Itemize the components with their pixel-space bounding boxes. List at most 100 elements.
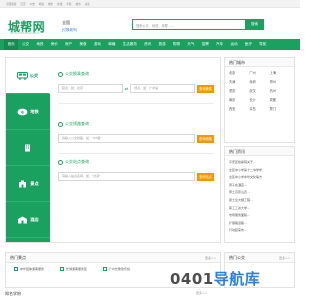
city-link[interactable]: 杭州	[270, 88, 290, 93]
more-link[interactable]: 更多>>	[205, 256, 216, 260]
city-link[interactable]: 广州	[249, 70, 269, 75]
nav-item[interactable]: 资讯	[141, 39, 155, 50]
landmark-icon	[17, 180, 28, 188]
top-link[interactable]: 关注	[85, 2, 90, 6]
city-link[interactable]: 上海	[270, 70, 290, 75]
top-link[interactable]: 首页	[20, 2, 25, 6]
city-link[interactable]: 郑州	[270, 79, 290, 84]
city-link[interactable]: 成都	[270, 97, 290, 102]
nav-item[interactable]: 邮编	[105, 39, 119, 50]
city-link[interactable]: 深圳	[249, 79, 269, 84]
city-link[interactable]: 天津	[229, 79, 249, 84]
nav-item[interactable]: 招聘	[198, 39, 212, 50]
more-link[interactable]: 更多>>	[196, 291, 207, 295]
city-link[interactable]: 北京	[229, 70, 249, 75]
nav-item[interactable]: 导航	[256, 39, 270, 50]
line-query-button[interactable]: 查询线路	[197, 134, 214, 143]
nav-item[interactable]: 汽车	[212, 39, 226, 50]
site-header: 城帮网 WWW.CHENGBANG.COM 全国 [切换城市] 搜索公交、地铁、…	[0, 8, 300, 39]
city-link[interactable]: 西安	[229, 106, 249, 111]
nav-item[interactable]: 房价	[47, 39, 61, 50]
divider	[58, 103, 214, 104]
tab-hotel[interactable]: 酒店	[6, 202, 50, 238]
nav-item[interactable]: 房产	[62, 39, 76, 50]
current-city: 全国	[62, 20, 70, 25]
search-button[interactable]: 搜索	[245, 19, 264, 30]
top-link[interactable]: 地铁	[39, 2, 44, 6]
city-link[interactable]: 厦门	[270, 106, 290, 111]
tab-label: 公交	[29, 72, 39, 78]
panel-title: 公交站点查询	[58, 158, 214, 166]
news-item[interactable]: 男子在酒店...	[229, 182, 290, 190]
subway-icon: e	[17, 108, 28, 116]
hot-cities-box: 热门城市 北京 广州 上海 天津 深圳 郑州 重庆 武汉 杭州 南京 长沙 成都…	[224, 57, 295, 143]
svg-text:e: e	[21, 109, 24, 114]
news-item[interactable]: 扩容路道路...	[229, 220, 290, 228]
end-field[interactable]: 终点：如：广州站	[130, 84, 196, 93]
news-item[interactable]: 平安区检察院关于...	[229, 159, 290, 167]
city-link[interactable]: 长沙	[249, 97, 269, 102]
news-item[interactable]: 黄土高原山农...	[229, 189, 290, 197]
city-link[interactable]: 重庆	[229, 88, 249, 93]
nav-item-home[interactable]: 首页	[4, 39, 19, 50]
top-link[interactable]: 全国搜索	[6, 2, 16, 6]
nav-item[interactable]: 游玩	[90, 39, 104, 50]
nav-item[interactable]: 购物	[169, 39, 183, 50]
tab-building[interactable]	[6, 130, 50, 166]
hot-spot-label: 长城游客服务区	[66, 267, 88, 271]
line-field[interactable]: 请输入公交线路，如："52路"	[58, 134, 195, 143]
city-link[interactable]: 青岛	[249, 106, 269, 111]
transit-query-box: 公交 e 地铁 景点 酒店 公交换乘查询 起点：如：北京 ⇄ 终点：如：广州站 …	[5, 57, 221, 243]
hot-news-box: 热门资讯 平安区检察院关于... 全区中小学第十二中学学 全区中小学中华文化等方…	[224, 146, 295, 243]
swap-icon[interactable]: ⇄	[125, 86, 128, 91]
hot-spot-item[interactable]: 长城游客服务区	[60, 267, 87, 271]
main-nav: 首页 公交 地铁 房价 房产 美食 游玩 邮编 生活服务 资讯 旅游 购物 天气…	[0, 39, 300, 50]
nav-item[interactable]: 生活服务	[119, 39, 141, 50]
line-field-row: 请输入公交线路，如："52路" 查询线路	[58, 134, 214, 143]
stop-query-button[interactable]: 查询站点	[197, 172, 214, 181]
top-link[interactable]: 在线	[57, 2, 62, 6]
tab-bus[interactable]: 公交	[6, 58, 50, 94]
news-list: 平安区检察院关于... 全区中小学第十二中学学 全区中小学中华文化等方 男子在酒…	[225, 156, 294, 238]
hot-spot-item[interactable]: 中华园体游客服务	[14, 267, 44, 271]
site-url: WWW.CHENGBANG.COM	[10, 32, 40, 35]
stop-query-panel: 公交站点查询 请输入站点名称，如："北京" 查询站点	[58, 158, 214, 181]
bullet-icon	[14, 267, 18, 271]
nav-item[interactable]: 地铁	[33, 39, 47, 50]
search-input[interactable]: 搜索公交、地铁、房屋......	[132, 19, 246, 30]
nav-item[interactable]: 医疗	[241, 39, 255, 50]
panel-title-text: 公交站点查询	[65, 159, 89, 164]
city-switch-link[interactable]: [切换城市]	[62, 27, 77, 32]
top-link[interactable]: 城市	[48, 2, 53, 6]
transfer-query-panel: 公交换乘查询 起点：如：北京 ⇄ 终点：如：广州站 查询换乘	[58, 70, 215, 104]
city-link[interactable]: 南京	[229, 97, 249, 102]
nav-item[interactable]: 公交	[18, 39, 32, 50]
news-item[interactable]: 全区中小学第十二中学学	[229, 167, 290, 175]
top-link[interactable]: 手机	[66, 2, 71, 6]
news-item[interactable]: 行动起来市...	[229, 227, 290, 235]
watermark-number: 0401	[170, 270, 214, 288]
news-item[interactable]: 全区中小学中华文化等方	[229, 174, 290, 182]
hot-spot-item[interactable]: 广州长隆欢乐谷	[103, 267, 130, 271]
top-link[interactable]: 公交	[30, 2, 35, 6]
tab-label: 景点	[30, 180, 39, 186]
news-item[interactable]: 市场服务面貌...	[229, 212, 290, 220]
more-link[interactable]: 更多>>	[279, 256, 290, 260]
city-link[interactable]: 武汉	[249, 88, 269, 93]
stop-field[interactable]: 请输入站点名称，如："北京"	[58, 172, 195, 181]
transfer-query-button[interactable]: 查询换乘	[197, 84, 215, 93]
section-title: 知名学府	[5, 291, 21, 296]
stop-field-row: 请输入站点名称，如："北京" 查询站点	[58, 172, 214, 181]
nav-item[interactable]: 运动	[227, 39, 241, 50]
nav-item[interactable]: 旅游	[155, 39, 169, 50]
tab-subway[interactable]: e 地铁	[6, 94, 50, 130]
building-icon	[22, 144, 33, 152]
top-link[interactable]: 城市	[76, 2, 81, 6]
news-item[interactable]: 职工工资大学...	[229, 205, 290, 213]
nav-item[interactable]: 美食	[76, 39, 90, 50]
news-item[interactable]: 夏土窑大棚工程...	[229, 197, 290, 205]
start-field[interactable]: 起点：如：北京	[58, 84, 123, 93]
tab-landmark[interactable]: 景点	[6, 166, 50, 202]
transfer-field-row: 起点：如：北京 ⇄ 终点：如：广州站 查询换乘	[58, 84, 215, 93]
nav-item[interactable]: 天气	[184, 39, 198, 50]
